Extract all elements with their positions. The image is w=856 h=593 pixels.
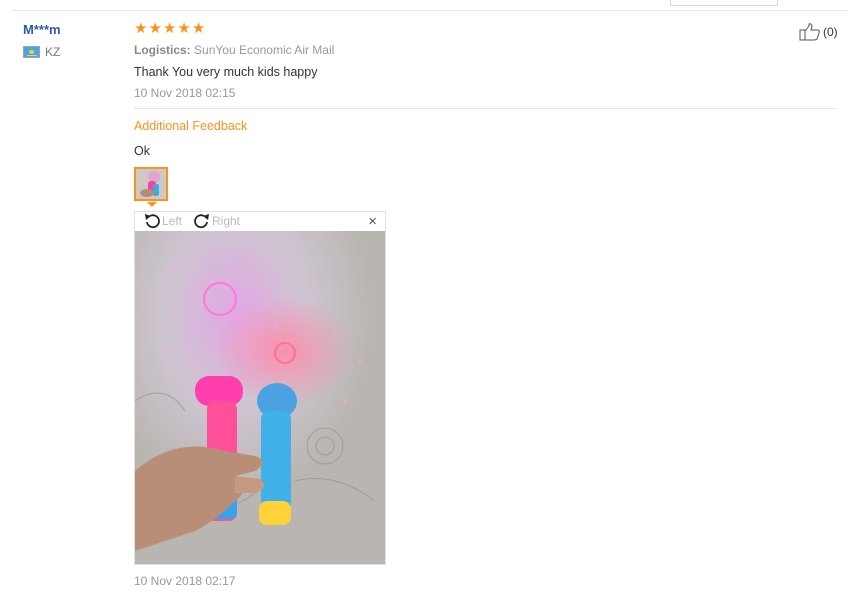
star-icon: ★ <box>177 20 191 37</box>
thumbnail-image <box>136 169 166 199</box>
logistics-value: SunYou Economic Air Mail <box>194 43 335 57</box>
rotate-left-label: Left <box>162 214 183 228</box>
close-icon[interactable]: × <box>368 213 377 231</box>
top-divider <box>12 10 848 11</box>
viewer-toolbar: Left Right × <box>135 212 385 231</box>
logistics-info: Logistics: SunYou Economic Air Mail <box>134 43 334 57</box>
thumbnail-caret <box>147 202 157 207</box>
additional-feedback-text: Ok <box>134 144 150 158</box>
review-date: 10 Nov 2018 02:15 <box>134 86 236 100</box>
feedback-divider <box>134 108 836 109</box>
logistics-label: Logistics: <box>134 43 191 57</box>
additional-feedback-title: Additional Feedback <box>134 119 248 133</box>
additional-feedback-date: 10 Nov 2018 02:17 <box>134 574 236 588</box>
star-rating: ★ ★ ★ ★ ★ <box>134 21 205 37</box>
reviewer-country: KZ <box>23 45 60 59</box>
thumbs-up-icon <box>799 23 820 41</box>
sort-select-edge[interactable] <box>670 0 778 6</box>
rotate-left-button[interactable]: Left <box>143 213 182 229</box>
helpful-button[interactable]: (0) <box>799 23 838 41</box>
review-photo <box>135 231 385 564</box>
star-icon: ★ <box>134 20 148 37</box>
rotate-right-button[interactable]: Right <box>193 213 240 229</box>
helpful-count: (0) <box>823 25 838 39</box>
rotate-ccw-icon <box>145 214 160 229</box>
star-icon: ★ <box>191 20 206 37</box>
photo-thumbnail[interactable] <box>134 167 168 201</box>
flag-kz-icon <box>23 46 40 58</box>
photo-illustration <box>135 231 385 564</box>
rotate-cw-icon <box>194 214 209 229</box>
country-code: KZ <box>45 45 61 59</box>
star-icon: ★ <box>162 20 177 37</box>
photo-viewer: Left Right × <box>134 211 386 565</box>
star-icon: ★ <box>148 20 162 37</box>
reviewer-name[interactable]: M***m <box>23 22 61 37</box>
rotate-right-label: Right <box>212 214 241 228</box>
review-text: Thank You very much kids happy <box>134 65 318 79</box>
